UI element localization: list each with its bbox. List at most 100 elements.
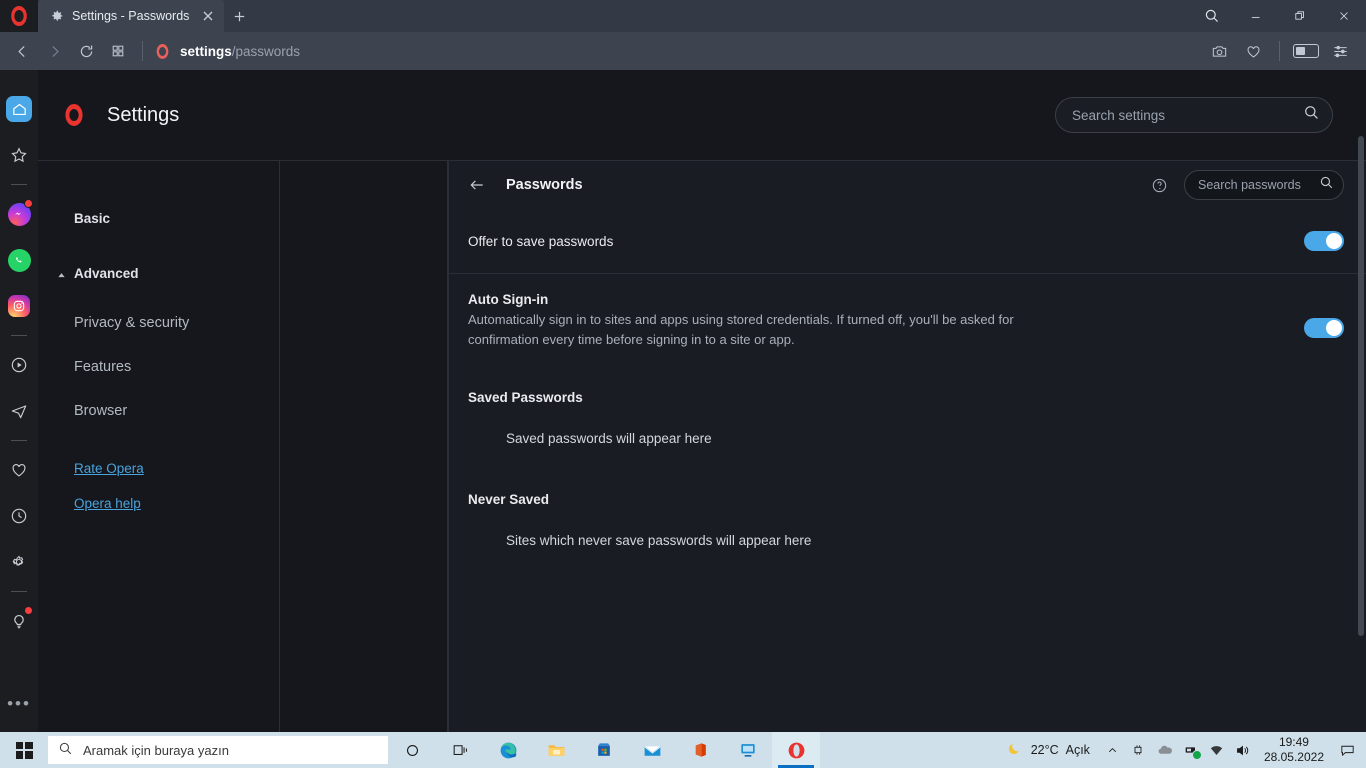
restore-button[interactable]: [1278, 0, 1322, 32]
usb-device-icon[interactable]: [1178, 732, 1204, 768]
setting-row-offer-to-save: Offer to save passwords: [449, 209, 1366, 273]
settings-header: Settings Search settings: [38, 70, 1366, 160]
browser-tab[interactable]: Settings - Passwords: [38, 0, 224, 32]
reload-icon[interactable]: [70, 36, 102, 66]
telegram-icon: [6, 398, 32, 424]
sidebar-item-home[interactable]: [0, 86, 38, 132]
settings-search-input[interactable]: Search settings: [1055, 97, 1333, 133]
sidebar-item-browser[interactable]: Browser: [38, 393, 279, 429]
passwords-panel: Passwords Search passwords Offer to save…: [448, 161, 1366, 732]
sidebar-item-player[interactable]: [0, 342, 38, 388]
passwords-search-placeholder: Search passwords: [1198, 178, 1301, 192]
cortana-circle-icon[interactable]: [388, 732, 436, 768]
search-icon: [58, 741, 73, 759]
windows-logo-icon: [15, 741, 33, 759]
heart-favorites-icon[interactable]: [1237, 36, 1269, 66]
never-saved-empty-text: Sites which never save passwords will ap…: [506, 533, 812, 548]
tab-strip-empty-area: [254, 0, 1190, 32]
passwords-panel-header: Passwords Search passwords: [449, 161, 1366, 209]
sidebar-item-basic[interactable]: Basic: [38, 197, 279, 240]
address-path: /passwords: [231, 43, 301, 59]
address-text: settings/passwords: [180, 44, 300, 59]
sidebar-item-privacy-security[interactable]: Privacy & security: [38, 305, 279, 341]
close-button[interactable]: [1322, 0, 1366, 32]
store-icon[interactable]: [580, 732, 628, 768]
sidebar-item-history[interactable]: [0, 493, 38, 539]
volume-icon[interactable]: [1230, 732, 1256, 768]
sidebar-item-settings[interactable]: [0, 539, 38, 585]
windows-taskbar: Aramak için buraya yazın 22°C Açık 19:49…: [0, 732, 1366, 768]
opera-sidebar: •••: [0, 70, 38, 732]
snapshot-camera-icon[interactable]: [1203, 36, 1235, 66]
help-circle-icon[interactable]: [1151, 177, 1168, 194]
passwords-search-input[interactable]: Search passwords: [1184, 170, 1344, 200]
offer-to-save-toggle[interactable]: [1304, 231, 1344, 251]
sidebar-item-telegram[interactable]: [0, 388, 38, 434]
sidebar-item-whatsapp[interactable]: [0, 237, 38, 283]
sidebar-item-tips[interactable]: [0, 598, 38, 644]
sidebar-divider-3: [11, 440, 27, 441]
sidebar-divider-2: [11, 335, 27, 336]
sidebar-item-messenger[interactable]: [0, 191, 38, 237]
settings-gap-column: [280, 161, 448, 732]
close-icon[interactable]: [200, 8, 216, 24]
forward-arrow-icon[interactable]: [38, 36, 70, 66]
easy-setup-icon[interactable]: [1324, 36, 1356, 66]
start-button[interactable]: [0, 732, 48, 768]
auto-signin-toggle[interactable]: [1304, 318, 1344, 338]
taskbar-clock[interactable]: 19:49 28.05.2022: [1256, 735, 1332, 765]
task-view-icon[interactable]: [436, 732, 484, 768]
taskbar-search-input[interactable]: Aramak için buraya yazın: [48, 736, 388, 764]
sidebar-item-features[interactable]: Features: [38, 349, 279, 385]
settings-search-placeholder: Search settings: [1072, 107, 1166, 123]
browser-window: Settings - Passwords settings/passwords …: [0, 0, 1366, 768]
never-saved-title: Never Saved: [468, 492, 550, 507]
vertical-scrollbar[interactable]: [1358, 136, 1364, 636]
tab-grid-icon[interactable]: [102, 36, 134, 66]
chevron-up-icon[interactable]: [1100, 732, 1126, 768]
address-bar-input[interactable]: settings/passwords: [151, 36, 1203, 66]
sidebar-more-button[interactable]: •••: [7, 694, 31, 732]
search-icon[interactable]: [1190, 0, 1234, 32]
battery-saver-icon[interactable]: [1290, 36, 1322, 66]
saved-passwords-group: Saved Passwords Saved passwords will app…: [449, 368, 1366, 462]
sidebar-item-advanced[interactable]: Advanced: [38, 252, 279, 295]
opera-site-icon: [156, 43, 169, 59]
clock-time: 19:49: [1278, 735, 1309, 749]
mail-icon[interactable]: [628, 732, 676, 768]
monitor-icon[interactable]: [724, 732, 772, 768]
opera-icon[interactable]: [772, 732, 820, 768]
offer-to-save-label: Offer to save passwords: [468, 233, 614, 249]
back-arrow-icon[interactable]: [6, 36, 38, 66]
minimize-button[interactable]: [1234, 0, 1278, 32]
star-icon: [6, 142, 32, 168]
edge-icon[interactable]: [484, 732, 532, 768]
gear-icon: [50, 9, 64, 23]
back-arrow-icon[interactable]: [468, 176, 486, 194]
saved-passwords-title: Saved Passwords: [468, 390, 583, 405]
opera-menu-button[interactable]: [0, 0, 38, 32]
messenger-icon: [6, 199, 33, 227]
onedrive-cloud-icon[interactable]: [1152, 732, 1178, 768]
taskbar-app-icons: [388, 732, 820, 768]
sidebar-item-favorites[interactable]: [0, 132, 38, 178]
gear-icon: [6, 549, 32, 575]
wifi-icon[interactable]: [1204, 732, 1230, 768]
never-saved-group: Never Saved Sites which never save passw…: [449, 462, 1366, 564]
rate-opera-link[interactable]: Rate Opera: [38, 455, 279, 482]
notification-icon[interactable]: [1332, 732, 1362, 768]
auto-signin-label: Auto Sign-in: [468, 292, 549, 307]
tab-strip: Settings - Passwords: [0, 0, 1366, 32]
clock-date: 28.05.2022: [1263, 750, 1324, 764]
setting-row-auto-signin: Auto Sign-in Automatically sign in to si…: [449, 273, 1366, 368]
sidebar-item-pinboards[interactable]: [0, 447, 38, 493]
opera-help-link[interactable]: Opera help: [38, 490, 279, 517]
sidebar-item-instagram[interactable]: [0, 283, 38, 329]
office-icon[interactable]: [676, 732, 724, 768]
settings-nav: Basic Advanced Privacy & security Featur…: [38, 161, 280, 732]
screen-snip-icon[interactable]: [1126, 732, 1152, 768]
weather-widget[interactable]: 22°C Açık: [997, 740, 1100, 760]
folder-icon[interactable]: [532, 732, 580, 768]
new-tab-button[interactable]: [224, 0, 254, 32]
saved-passwords-empty-text: Saved passwords will appear here: [506, 431, 712, 446]
